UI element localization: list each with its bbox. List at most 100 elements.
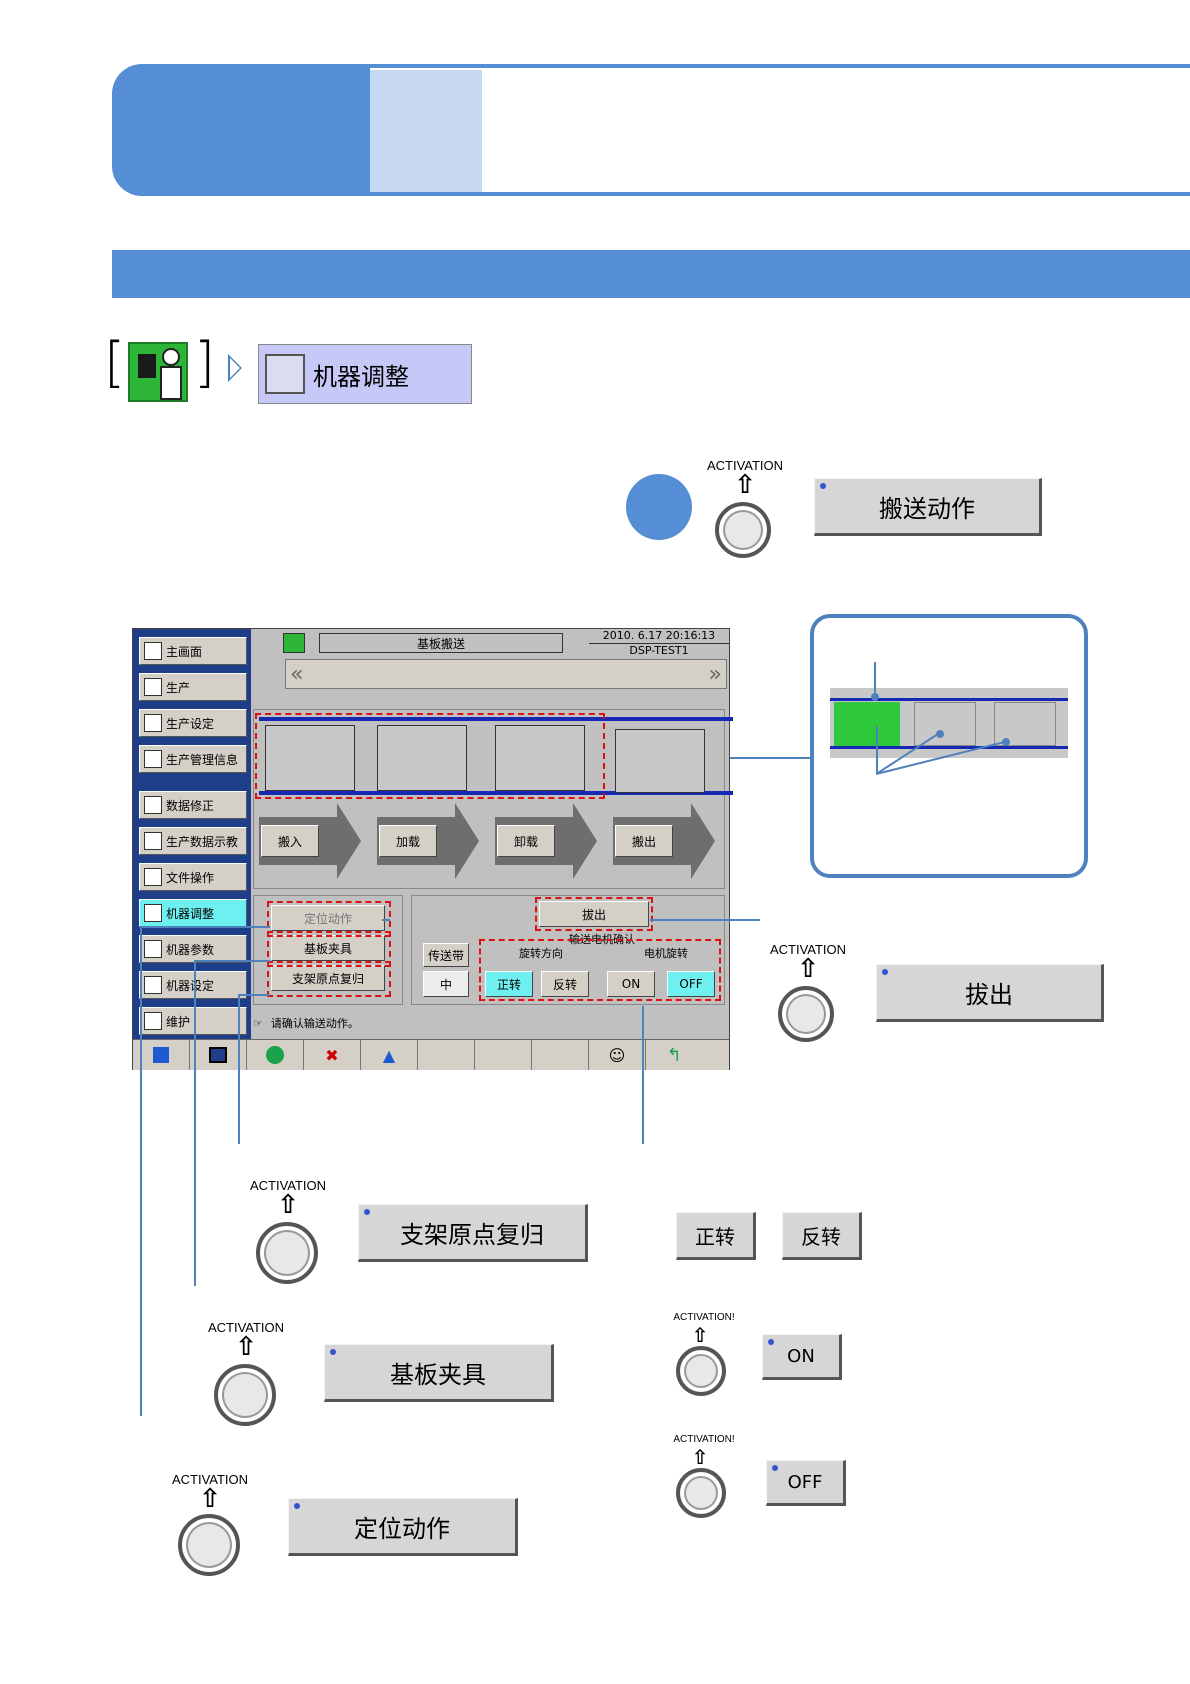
- up-arrow-icon: ⇧: [277, 1190, 299, 1220]
- step-marker: [626, 474, 692, 540]
- up-arrow-icon: ⇧: [199, 1484, 221, 1514]
- highlight-return: [267, 961, 391, 997]
- activation-knob[interactable]: [256, 1222, 318, 1284]
- activation-knob[interactable]: [676, 1346, 726, 1396]
- bottom-toolbar: ✖ ▲ ☺ ↰: [133, 1039, 729, 1070]
- sidebar-item-production[interactable]: 生产: [139, 673, 247, 701]
- connector-return-h: [238, 994, 270, 996]
- triangle-inner: [230, 358, 240, 378]
- sidebar-label: 维护: [166, 1014, 191, 1029]
- sidebar-item-machine-param[interactable]: 机器参数: [139, 935, 247, 963]
- sidebar-label: 主画面: [166, 644, 203, 659]
- callout-box: [810, 614, 1088, 878]
- empty-slot: [475, 1040, 532, 1070]
- connector: [382, 919, 390, 921]
- globe-icon[interactable]: [247, 1040, 304, 1070]
- sidebar-item-data-edit[interactable]: 数据修正: [139, 791, 247, 819]
- lamp-icon[interactable]: ▲: [361, 1040, 418, 1070]
- forward-label: 正转: [695, 1224, 735, 1249]
- next-page-icon[interactable]: »: [709, 662, 722, 687]
- transfer-button[interactable]: 搬送动作: [814, 478, 1042, 536]
- sidebar: 主画面 生产 生产设定 生产管理信息 数据修正 生产数据示教 文件操作 机器调整…: [133, 629, 251, 1041]
- machine-menu-icon[interactable]: [128, 342, 188, 402]
- empty-slot: [532, 1040, 589, 1070]
- empty-slot: [418, 1040, 475, 1070]
- activation-knob[interactable]: [214, 1364, 276, 1426]
- machine-screen: 主画面 生产 生产设定 生产管理信息 数据修正 生产数据示教 文件操作 机器调整…: [132, 628, 733, 1070]
- activation-knob[interactable]: [715, 502, 771, 558]
- highlight-eject: [535, 897, 653, 931]
- callout-conveyor: [830, 688, 1068, 758]
- position-action-label: 定位动作: [354, 1514, 450, 1543]
- sidebar-item-main[interactable]: 主画面: [139, 637, 247, 665]
- sidebar-item-production-info[interactable]: 生产管理信息: [139, 745, 247, 773]
- sidebar-item-file[interactable]: 文件操作: [139, 863, 247, 891]
- on-button[interactable]: ON: [762, 1334, 842, 1380]
- up-arrow-icon: ⇧: [235, 1332, 257, 1362]
- sidebar-item-machine-setting[interactable]: 机器设定: [139, 971, 247, 999]
- activation-knob[interactable]: [178, 1514, 240, 1576]
- stage-unloading[interactable]: 卸载: [497, 825, 555, 857]
- tab-strip: « »: [285, 659, 727, 689]
- stage-carry-out[interactable]: 搬出: [615, 825, 673, 857]
- screen-datetime: 2010. 6.17 20:16:13: [602, 629, 716, 642]
- header-mid-block: [370, 70, 482, 192]
- status-bar: ☞ 请确认输送动作。: [253, 1013, 723, 1033]
- sidebar-label: 数据修正: [166, 798, 215, 813]
- board-clamp-label: 基板夹具: [390, 1360, 486, 1389]
- sidebar-label: 生产数据示教: [166, 834, 239, 849]
- activation-knob[interactable]: [778, 986, 834, 1042]
- reverse-button[interactable]: 反转: [782, 1212, 862, 1260]
- face-icon[interactable]: ☺: [589, 1040, 646, 1070]
- wrench-icon: [265, 354, 305, 394]
- conveyor-value[interactable]: 中: [423, 971, 469, 997]
- screen-title: 基板搬送: [319, 633, 563, 653]
- off-button[interactable]: OFF: [766, 1460, 846, 1506]
- stage-load-in[interactable]: 搬入: [261, 825, 319, 857]
- conveyor-info: [615, 729, 705, 793]
- board-clamp-button[interactable]: 基板夹具: [324, 1344, 554, 1402]
- sidebar-item-maintenance[interactable]: 维护: [139, 1007, 247, 1035]
- back-icon[interactable]: ↰: [646, 1040, 702, 1070]
- connector-position: [140, 926, 142, 1416]
- sidebar-item-machine-adjust[interactable]: 机器调整: [139, 899, 247, 927]
- position-action-button[interactable]: 定位动作: [288, 1498, 518, 1556]
- machine-adjust-label: 机器调整: [313, 362, 409, 391]
- sidebar-item-production-setting[interactable]: 生产设定: [139, 709, 247, 737]
- connector-position-h: [140, 926, 270, 928]
- machine-adjust-button[interactable]: 机器调整: [258, 344, 472, 404]
- up-arrow-icon: ⇧: [734, 470, 756, 500]
- eject-label: 拔出: [965, 980, 1013, 1009]
- bracket-close: ]: [194, 331, 216, 394]
- sidebar-item-teaching[interactable]: 生产数据示教: [139, 827, 247, 855]
- up-arrow-icon: ⇧: [797, 954, 819, 984]
- sidebar-label: 机器调整: [166, 906, 215, 921]
- callout-board-present: [834, 702, 900, 746]
- holder-return-label: 支架原点复归: [400, 1220, 544, 1249]
- status-text: 请确认输送动作。: [270, 1017, 359, 1030]
- activation-knob[interactable]: [676, 1468, 726, 1518]
- sidebar-label: 机器参数: [166, 942, 215, 957]
- holder-return-button[interactable]: 支架原点复归: [358, 1204, 588, 1262]
- conveyor-label: 传送带: [423, 943, 469, 967]
- sidebar-label: 机器设定: [166, 978, 215, 993]
- sidebar-label: 文件操作: [166, 870, 215, 885]
- tool-icon[interactable]: ✖: [304, 1040, 361, 1070]
- conveyor-highlight: [255, 713, 605, 799]
- connector-clamp: [194, 960, 196, 1286]
- hand-icon: ☞: [253, 1016, 263, 1030]
- stage-loading[interactable]: 加载: [379, 825, 437, 857]
- sidebar-label: 生产管理信息: [166, 752, 239, 767]
- prev-page-icon[interactable]: «: [290, 662, 303, 687]
- forward-button[interactable]: 正转: [676, 1212, 756, 1260]
- sidebar-label: 生产: [166, 680, 191, 695]
- connector-clamp-h: [194, 960, 270, 962]
- header-left-block: [112, 64, 370, 196]
- connector-motor: [642, 1006, 644, 1144]
- transfer-label: 搬送动作: [879, 494, 975, 523]
- eject-button[interactable]: 拔出: [876, 964, 1104, 1022]
- off-label: OFF: [787, 1471, 823, 1493]
- screen-mode-icon: [283, 633, 305, 653]
- connector-return: [238, 994, 240, 1144]
- bracket-open: [: [104, 331, 126, 394]
